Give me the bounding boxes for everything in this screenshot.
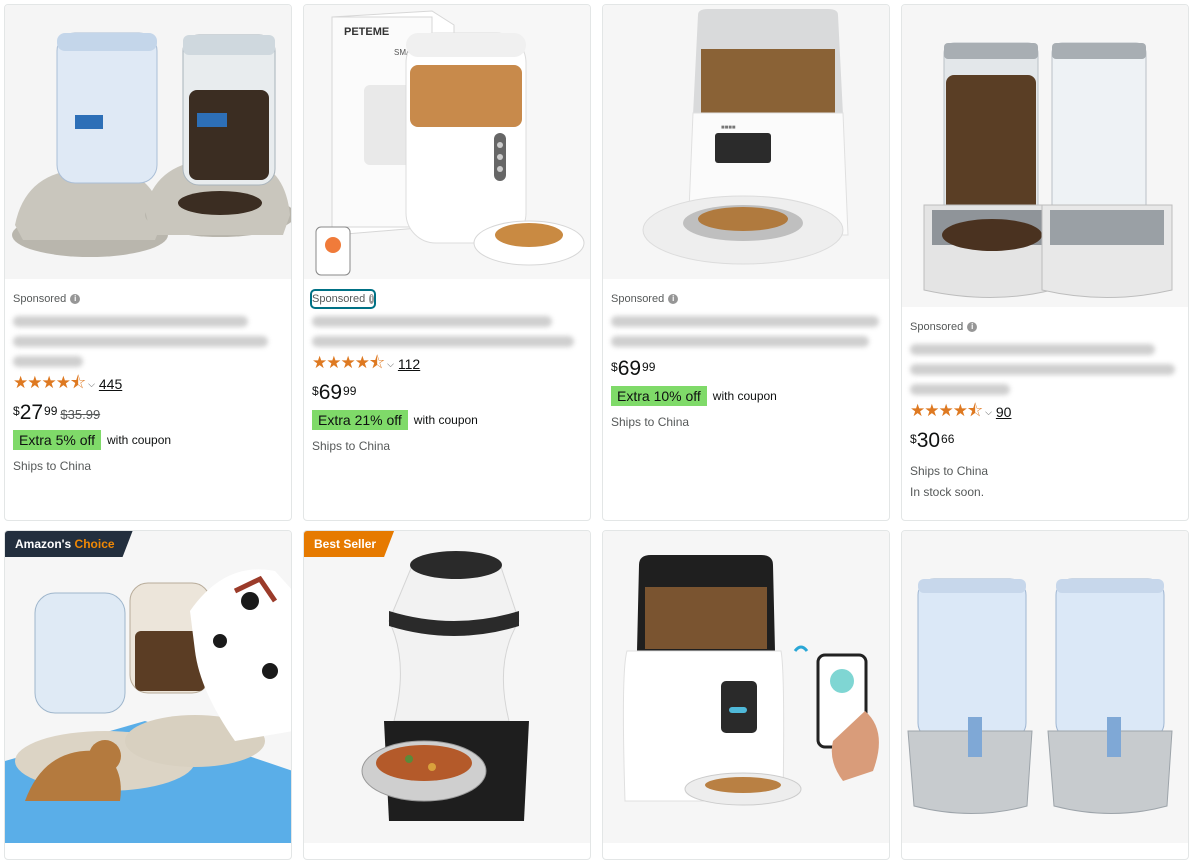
sponsored-text: Sponsored (13, 293, 67, 305)
product-card[interactable]: PETEME SMAR Sponsored i ★★★★⯪ ⌵ 112 $ 69… (303, 4, 591, 521)
product-image[interactable]: PETEME SMAR (304, 5, 590, 279)
amazons-choice-badge: Amazon's Choice (5, 531, 133, 557)
smart-feeder-box-image: PETEME SMAR (304, 5, 590, 279)
product-title[interactable] (910, 344, 1180, 395)
product-image[interactable] (603, 531, 889, 843)
price-currency: $ (312, 384, 319, 398)
sponsored-text: Sponsored (910, 321, 964, 333)
coupon-text: with coupon (413, 413, 478, 427)
price-fraction: 66 (941, 432, 955, 446)
water-dispenser-pair-image (902, 531, 1188, 843)
price-whole: 27 (19, 401, 44, 424)
rating[interactable]: ★★★★⯪ ⌵ 112 (312, 353, 582, 375)
coupon: Extra 5% off with coupon (13, 430, 283, 450)
coupon-badge: Extra 5% off (13, 430, 102, 450)
dog-cat-feeder-image (5, 531, 291, 843)
info-icon[interactable]: i (369, 294, 374, 304)
badge-prefix: Amazon's (15, 537, 72, 551)
review-count-link[interactable]: 445 (99, 376, 122, 392)
info-icon[interactable]: i (668, 294, 679, 304)
chevron-down-icon[interactable]: ⌵ (387, 359, 394, 370)
product-card[interactable] (901, 530, 1189, 860)
product-card[interactable]: Amazon's Choice (4, 530, 292, 860)
automatic-feeder-image: ■■■■ (603, 5, 889, 279)
rating[interactable]: ★★★★⯪ ⌵ 445 (13, 373, 283, 395)
sponsored-text: Sponsored (312, 293, 366, 305)
list-price: $35.99 (60, 407, 101, 422)
shipping-info: Ships to China (910, 464, 989, 478)
product-image[interactable] (304, 531, 590, 843)
review-count-link[interactable]: 90 (996, 404, 1012, 420)
product-card[interactable]: Sponsored i ★★★★⯪ ⌵ 445 $ 27 99 $35.99 E… (4, 4, 292, 521)
price-whole: 69 (318, 381, 343, 404)
gravity-feeder-image (304, 531, 590, 843)
star-rating-icon: ★★★★⯪ (13, 372, 86, 392)
info-icon[interactable]: i (70, 294, 81, 304)
coupon: Extra 21% off with coupon (312, 410, 582, 430)
rating[interactable]: ★★★★⯪ ⌵ 90 (910, 401, 1180, 423)
product-card[interactable]: ■■■■ Sponsored i $ 69 99 Extra 10% off w… (602, 4, 890, 521)
sponsored-label[interactable]: Sponsored i (310, 289, 376, 309)
shipping-info: Ships to China (13, 459, 92, 473)
gravity-dispenser-image (902, 5, 1188, 307)
review-count-link[interactable]: 112 (398, 356, 420, 372)
price-whole: 30 (916, 429, 941, 452)
sponsored-label[interactable]: Sponsored i (611, 291, 881, 307)
product-title[interactable] (312, 316, 582, 347)
product-image[interactable] (5, 5, 291, 279)
product-image[interactable] (902, 5, 1188, 307)
product-image[interactable]: ■■■■ (603, 5, 889, 279)
product-title[interactable] (611, 316, 881, 347)
star-rating-icon: ★★★★⯪ (910, 400, 983, 420)
coupon-badge: Extra 10% off (611, 386, 707, 406)
product-card[interactable]: Best Seller (303, 530, 591, 860)
price-currency: $ (611, 360, 618, 374)
info-icon[interactable]: i (967, 322, 978, 332)
price[interactable]: $ 27 99 $35.99 (13, 401, 283, 427)
best-seller-badge: Best Seller (304, 531, 394, 557)
price-whole: 69 (617, 357, 642, 380)
dispenser-pair-image (5, 5, 291, 279)
sponsored-label[interactable]: Sponsored i (910, 319, 1180, 335)
product-card[interactable] (602, 530, 890, 860)
price-currency: $ (910, 432, 917, 446)
chevron-down-icon[interactable]: ⌵ (985, 407, 992, 418)
coupon-text: with coupon (712, 389, 777, 403)
sponsored-text: Sponsored (611, 293, 665, 305)
sponsored-label[interactable]: Sponsored i (13, 291, 283, 307)
coupon-badge: Extra 21% off (312, 410, 408, 430)
price-fraction: 99 (642, 360, 656, 374)
svg-text:■■■■: ■■■■ (721, 125, 736, 131)
chevron-down-icon[interactable]: ⌵ (88, 379, 95, 390)
price[interactable]: $ 30 66 (910, 429, 1180, 455)
wifi-feeder-image (603, 531, 889, 843)
star-rating-icon: ★★★★⯪ (312, 352, 385, 372)
price-currency: $ (13, 404, 20, 418)
product-card[interactable]: Sponsored i ★★★★⯪ ⌵ 90 $ 30 66 Ships to … (901, 4, 1189, 521)
badge-highlight: Choice (74, 537, 115, 551)
price[interactable]: $ 69 99 (312, 381, 582, 407)
coupon-text: with coupon (107, 433, 172, 447)
product-image[interactable] (5, 531, 291, 843)
price-fraction: 99 (343, 384, 357, 398)
coupon: Extra 10% off with coupon (611, 386, 881, 406)
shipping-info: Ships to China (312, 439, 391, 453)
shipping-info: Ships to China (611, 415, 690, 429)
product-title[interactable] (13, 316, 283, 367)
svg-text:PETEME: PETEME (344, 26, 389, 38)
price[interactable]: $ 69 99 (611, 357, 881, 383)
price-fraction: 99 (44, 404, 58, 418)
product-image[interactable] (902, 531, 1188, 843)
stock-status: In stock soon. (910, 485, 985, 499)
